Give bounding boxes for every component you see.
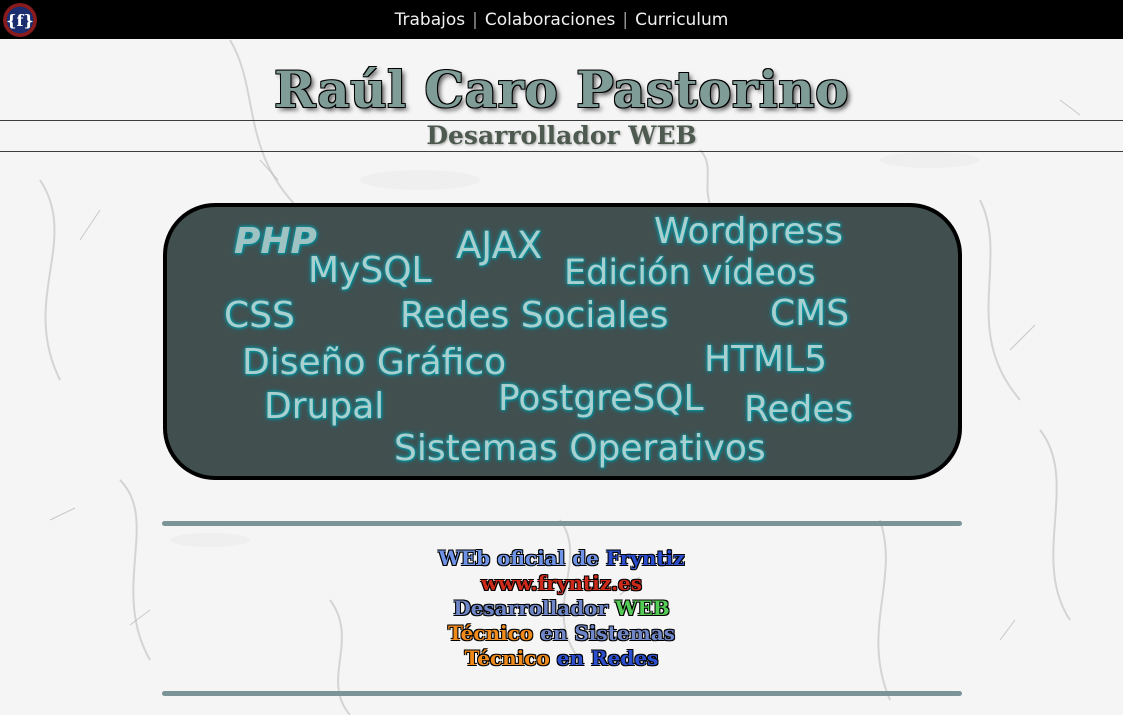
main-nav: Trabajos | Colaboraciones | Curriculum: [0, 0, 1123, 39]
footer-credits: WEb oficial de Fryntiz www.fryntiz.es De…: [0, 546, 1123, 671]
skill-tag: MySQL: [308, 250, 432, 291]
skill-tag: CSS: [224, 295, 295, 336]
nav-link-trabajos[interactable]: Trabajos: [395, 10, 465, 30]
footer-text: Técnico: [448, 621, 534, 645]
skill-tag: AJAX: [456, 224, 543, 267]
skills-cloud: PHP AJAX Wordpress MySQL Edición vídeos …: [163, 203, 962, 480]
nav-separator: |: [472, 9, 478, 30]
skill-tag: Redes: [744, 389, 854, 430]
footer-line-systems: Técnico en Sistemas: [0, 621, 1123, 646]
page-content: Raúl Caro Pastorino Desarrollador WEB PH…: [0, 0, 1123, 715]
skill-tag: Wordpress: [654, 211, 844, 252]
footer-text: WEb oficial de: [438, 546, 599, 570]
footer-url-link[interactable]: www.fryntiz.es: [481, 571, 642, 595]
footer-text: WEB: [615, 596, 670, 620]
skill-tag: Diseño Gráfico: [242, 342, 507, 383]
footer-line-role: Desarrollador WEB: [0, 596, 1123, 621]
title-divider-bottom: [0, 151, 1123, 152]
footer-text: Desarrollador: [453, 596, 609, 620]
footer-text: Técnico: [464, 646, 550, 670]
section-divider: [162, 691, 962, 696]
skill-tag: Drupal: [264, 386, 385, 427]
skill-tag: Edición vídeos: [564, 253, 816, 293]
nav-link-curriculum[interactable]: Curriculum: [635, 10, 728, 30]
skill-tag: CMS: [770, 293, 850, 334]
footer-line-url: www.fryntiz.es: [0, 571, 1123, 596]
site-title: Raúl Caro Pastorino: [274, 60, 849, 119]
nav-separator: |: [622, 9, 629, 30]
skill-tag: Redes Sociales: [400, 295, 669, 336]
skill-tag: PHP: [234, 221, 317, 262]
skill-tag: Sistemas Operativos: [394, 428, 766, 469]
footer-brand: Fryntiz: [605, 546, 685, 570]
skill-tag: PostgreSQL: [498, 378, 704, 419]
footer-text: en Sistemas: [540, 621, 675, 645]
nav-link-colaboraciones[interactable]: Colaboraciones: [485, 10, 616, 30]
footer-line-official: WEb oficial de Fryntiz: [0, 546, 1123, 571]
skill-tag: HTML5: [704, 339, 828, 380]
footer-text: en Redes: [556, 646, 659, 670]
top-navigation-bar: {f} Trabajos | Colaboraciones | Curricul…: [0, 0, 1123, 39]
section-divider: [162, 521, 962, 526]
site-subtitle: Desarrollador WEB: [426, 121, 697, 150]
footer-line-networks: Técnico en Redes: [0, 646, 1123, 671]
